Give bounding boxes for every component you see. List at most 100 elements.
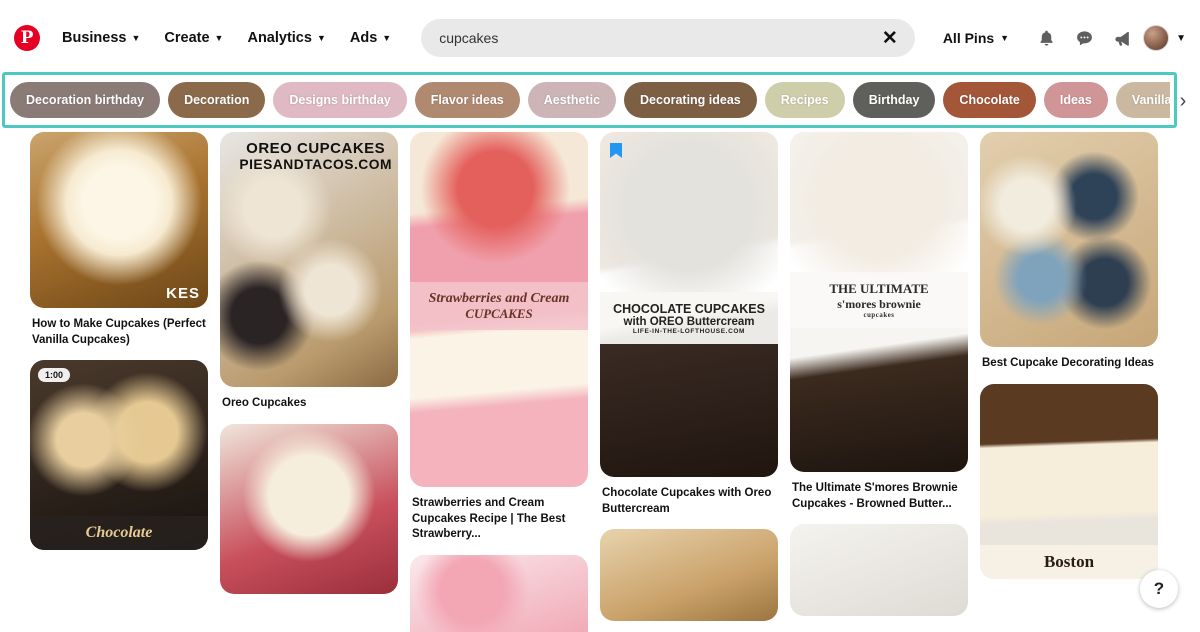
chevron-down-icon[interactable]: ▼ <box>1176 33 1186 44</box>
help-icon[interactable]: ? <box>1140 570 1178 608</box>
pin-title: Strawberries and Cream Cupcakes Recipe |… <box>412 496 586 543</box>
search-bar[interactable]: ✕ <box>421 19 915 57</box>
pin-image[interactable]: OREO CUPCAKESPIESANDTACOS.COM <box>220 132 398 387</box>
pin-overlay-line: LIFE-IN-THE-LOFTHOUSE.COM <box>600 328 778 335</box>
video-duration-badge: 1:00 <box>38 368 70 382</box>
chat-icon[interactable] <box>1067 21 1101 55</box>
nav-item-label: Create <box>164 30 209 46</box>
filter-chip[interactable]: Recipes <box>765 82 845 118</box>
pin-image[interactable]: THE ULTIMATEs'mores browniecupcakes <box>790 132 968 472</box>
filter-chip-label: Ideas <box>1060 93 1092 107</box>
nav-item-analytics[interactable]: Analytics ▼ <box>235 22 337 54</box>
megaphone-icon[interactable] <box>1105 21 1139 55</box>
filter-chip-label: Aesthetic <box>544 93 600 107</box>
pin-overlay-text: CHOCOLATE CUPCAKESwith OREO ButtercreamL… <box>600 292 778 344</box>
search-input[interactable] <box>439 30 873 46</box>
pin-image[interactable] <box>600 529 778 621</box>
pin-image[interactable]: Boston <box>980 384 1158 579</box>
pin-image[interactable]: 1:00 Chocolate <box>30 360 208 550</box>
pin-card[interactable]: 1:00 Chocolate <box>30 360 208 550</box>
pin-overlay-line: KES <box>166 285 200 302</box>
nav-item-business[interactable]: Business ▼ <box>50 22 152 54</box>
filter-chip-label: Decoration birthday <box>26 93 144 107</box>
pin-overlay-line: Chocolate <box>30 524 208 542</box>
nav-icon-group <box>1029 21 1139 55</box>
pin-title: Oreo Cupcakes <box>222 396 396 412</box>
save-flag-icon[interactable] <box>608 142 624 160</box>
pin-column: Best Cupcake Decorating Ideas Boston <box>980 132 1158 632</box>
pin-overlay-line: CUPCAKES <box>410 307 588 322</box>
pin-overlay-line: Boston <box>980 552 1158 572</box>
chevron-down-icon: ▼ <box>131 34 140 43</box>
nav-item-label: Ads <box>350 30 377 46</box>
pin-overlay-text: KES <box>166 285 200 302</box>
nav-item-label: Analytics <box>247 30 311 46</box>
pin-card[interactable]: OREO CUPCAKESPIESANDTACOS.COM Oreo Cupcak… <box>220 132 398 412</box>
pin-card[interactable] <box>410 555 588 632</box>
pin-column: Strawberries and CreamCUPCAKES Strawberri… <box>410 132 588 632</box>
chevron-down-icon: ▼ <box>382 34 391 43</box>
pin-card[interactable]: CHOCOLATE CUPCAKESwith OREO ButtercreamL… <box>600 132 778 517</box>
all-pins-label: All Pins <box>943 30 994 46</box>
pin-overlay-line: THE ULTIMATE <box>790 281 968 297</box>
filter-chip-label: Birthday <box>869 93 920 107</box>
pin-image[interactable]: KES <box>30 132 208 308</box>
pinterest-logo-icon[interactable]: P <box>14 25 40 51</box>
filter-chip-label: Designs birthday <box>289 93 390 107</box>
filter-chip[interactable]: Designs birthday <box>273 82 406 118</box>
pin-image[interactable] <box>980 132 1158 347</box>
pin-title: Best Cupcake Decorating Ideas <box>982 356 1156 372</box>
nav-item-ads[interactable]: Ads ▼ <box>338 22 403 54</box>
bell-icon[interactable] <box>1029 21 1063 55</box>
close-icon[interactable]: ✕ <box>873 21 907 55</box>
pin-image[interactable] <box>790 524 968 616</box>
filter-chip[interactable]: Flavor ideas <box>415 82 520 118</box>
nav-item-label: Business <box>62 30 126 46</box>
filter-chip[interactable]: Vanilla <box>1116 82 1170 118</box>
pin-card[interactable]: Strawberries and CreamCUPCAKES Strawberri… <box>410 132 588 543</box>
pin-overlay-line: cupcakes <box>790 312 968 319</box>
filter-chip[interactable]: Birthday <box>853 82 936 118</box>
all-pins-filter-button[interactable]: All Pins ▼ <box>927 22 1023 54</box>
pin-overlay-line: with OREO Buttercream <box>600 316 778 328</box>
filter-chip-label: Decoration <box>184 93 249 107</box>
pin-image[interactable] <box>410 555 588 632</box>
filter-chip[interactable]: Chocolate <box>943 82 1035 118</box>
chevron-right-icon[interactable]: › <box>1170 88 1196 114</box>
pin-card[interactable] <box>790 524 968 616</box>
pin-card[interactable] <box>220 424 398 594</box>
pin-overlay-text: Strawberries and CreamCUPCAKES <box>410 282 588 330</box>
help-label: ? <box>1154 579 1164 599</box>
filter-chip[interactable]: Aesthetic <box>528 82 616 118</box>
filter-chip[interactable]: Ideas <box>1044 82 1108 118</box>
pin-column: CHOCOLATE CUPCAKESwith OREO ButtercreamL… <box>600 132 778 632</box>
pin-card[interactable] <box>600 529 778 621</box>
filter-chip-bar: Decoration birthday Decoration Designs bir… <box>10 77 1170 123</box>
pin-overlay-line: OREO CUPCAKES <box>239 140 392 157</box>
pin-image[interactable]: CHOCOLATE CUPCAKESwith OREO ButtercreamL… <box>600 132 778 477</box>
avatar[interactable] <box>1143 25 1169 51</box>
chevron-down-icon: ▼ <box>215 34 224 43</box>
filter-chip[interactable]: Decoration birthday <box>10 82 160 118</box>
pin-card[interactable]: THE ULTIMATEs'mores browniecupcakesThe U… <box>790 132 968 512</box>
pin-image[interactable] <box>220 424 398 594</box>
pin-overlay-text: Chocolate <box>30 516 208 550</box>
filter-chip-label: Recipes <box>781 93 829 107</box>
filter-chip[interactable]: Decorating ideas <box>624 82 757 118</box>
pin-overlay-line: s'mores brownie <box>790 297 968 312</box>
top-navigation-bar: P Business ▼ Create ▼ Analytics ▼ Ads ▼ … <box>0 0 1200 76</box>
pin-card[interactable]: Boston <box>980 384 1158 579</box>
filter-chip-label: Chocolate <box>959 93 1019 107</box>
pin-card[interactable]: KESHow to Make Cupcakes (Perfect Vanilla… <box>30 132 208 348</box>
nav-item-create[interactable]: Create ▼ <box>152 22 235 54</box>
pin-title: Chocolate Cupcakes with Oreo Buttercream <box>602 486 776 517</box>
chevron-down-icon: ▼ <box>1000 34 1009 43</box>
pin-overlay-text: OREO CUPCAKESPIESANDTACOS.COM <box>239 140 392 172</box>
filter-chip-label: Vanilla <box>1132 93 1170 107</box>
chevron-down-icon: ▼ <box>317 34 326 43</box>
pin-image[interactable]: Strawberries and CreamCUPCAKES <box>410 132 588 487</box>
filter-chip[interactable]: Decoration <box>168 82 265 118</box>
pin-card[interactable]: Best Cupcake Decorating Ideas <box>980 132 1158 372</box>
filter-chip-label: Flavor ideas <box>431 93 504 107</box>
pin-overlay-line: CHOCOLATE CUPCAKES <box>600 302 778 316</box>
